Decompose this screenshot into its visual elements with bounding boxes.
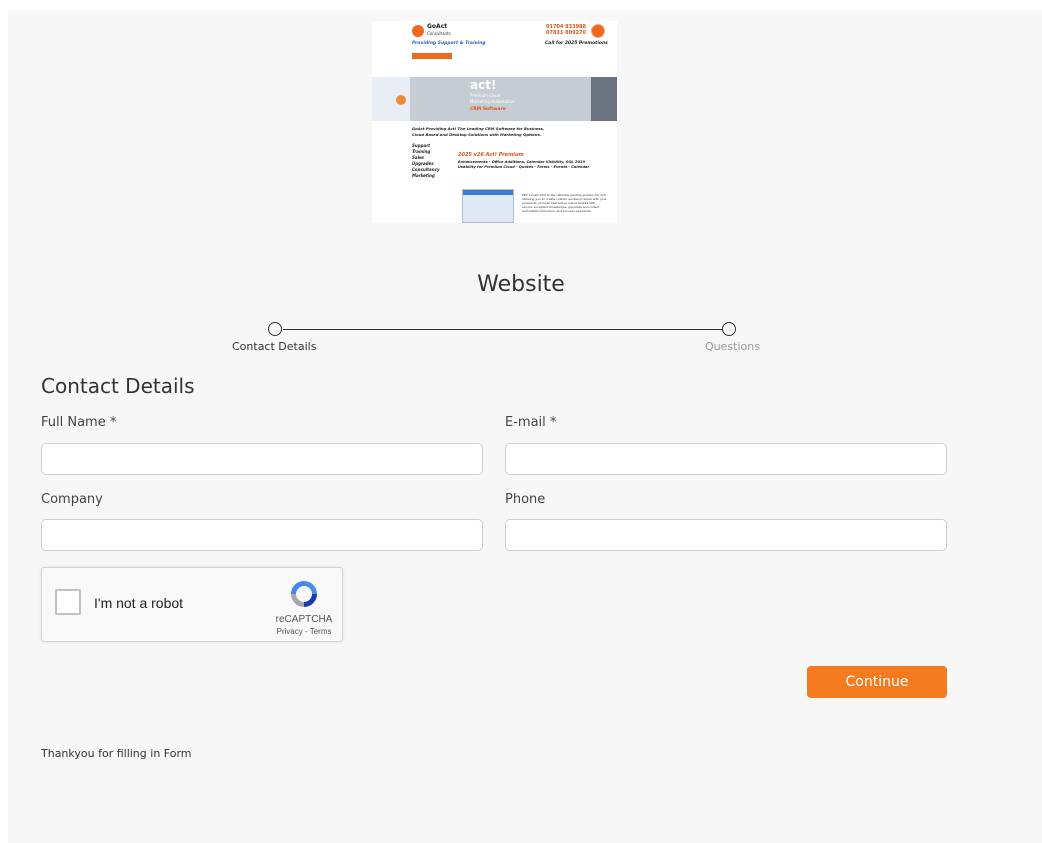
recaptcha-brand: reCAPTCHA xyxy=(275,614,333,625)
full-name-input[interactable] xyxy=(41,443,483,475)
footer-note: Thankyou for filling in Form xyxy=(41,747,192,760)
company-label: Company xyxy=(41,492,103,507)
section-title: Contact Details xyxy=(41,374,195,398)
banner-phones: 01704 833988 07831 809270 xyxy=(546,24,586,36)
step-label-contact-details: Contact Details xyxy=(232,340,317,353)
act-sub: Premium Cloud Marketing Automation xyxy=(470,93,515,105)
banner-act-strip: act! Premium Cloud Marketing Automation … xyxy=(372,77,617,121)
banner-keyboard-graphic xyxy=(591,77,617,121)
recaptcha-checkbox[interactable] xyxy=(55,589,81,615)
company-input[interactable] xyxy=(41,519,483,551)
banner-services-list: Support Training Sales Upgrades Consulta… xyxy=(412,143,440,179)
step-2-indicator xyxy=(722,322,736,336)
act-sub-2: Marketing Automation xyxy=(470,99,515,104)
phone-label: Phone xyxy=(505,492,546,507)
banner-small-text: PDF Constructor is the ultimate quoting … xyxy=(522,193,607,213)
premium-sub: Enhancements - Office Additions, Calenda… xyxy=(458,160,589,170)
recaptcha-label: I'm not a robot xyxy=(94,595,184,611)
banner-phone-2: 07831 809270 xyxy=(546,30,587,36)
form-title: Website xyxy=(477,272,565,297)
email-input[interactable] xyxy=(505,443,947,475)
banner-screenshot-graphic xyxy=(462,189,514,223)
banner-line-2: Cloud Based and Desktop Solutions with M… xyxy=(412,132,542,137)
premium-title: 2025 v26 Act! Premium xyxy=(458,152,524,158)
step-label-questions: Questions xyxy=(705,340,760,353)
recaptcha-widget: I'm not a robot reCAPTCHA Privacy - Term… xyxy=(41,567,343,642)
goact-logo-icon xyxy=(412,25,424,37)
crm-text: CRM Software xyxy=(470,107,506,112)
act-logo-text: act! xyxy=(470,78,497,92)
recaptcha-links[interactable]: Privacy - Terms xyxy=(272,627,336,636)
banner-button-graphic xyxy=(412,53,452,59)
recaptcha-logo-icon xyxy=(291,581,317,607)
phone-input[interactable] xyxy=(505,519,947,551)
premium-sub-2: Usability for Premium Cloud - Quotes - F… xyxy=(458,165,590,169)
header-banner-image: GoAct Consultants 01704 833988 07831 809… xyxy=(372,21,617,223)
banner-lines: GoAct Providing Act! The Leading CRM Sof… xyxy=(412,126,544,138)
banner-logo-sub: Consultants xyxy=(427,31,451,36)
step-1-indicator xyxy=(268,322,282,336)
continue-button[interactable]: Continue xyxy=(807,666,947,698)
phone-icon xyxy=(591,24,605,38)
email-label: E-mail * xyxy=(505,415,557,430)
service-item: Marketing xyxy=(412,173,435,178)
form-page: GoAct Consultants 01704 833988 07831 809… xyxy=(8,10,1042,843)
banner-logo-name: GoAct xyxy=(427,23,448,30)
progress-line xyxy=(283,329,729,330)
banner-tagline: Providing Support & Training xyxy=(412,41,486,46)
full-name-label: Full Name * xyxy=(41,415,117,430)
banner-screens-graphic xyxy=(372,77,410,121)
banner-promo: Call for 2025 Promotions xyxy=(545,41,608,46)
